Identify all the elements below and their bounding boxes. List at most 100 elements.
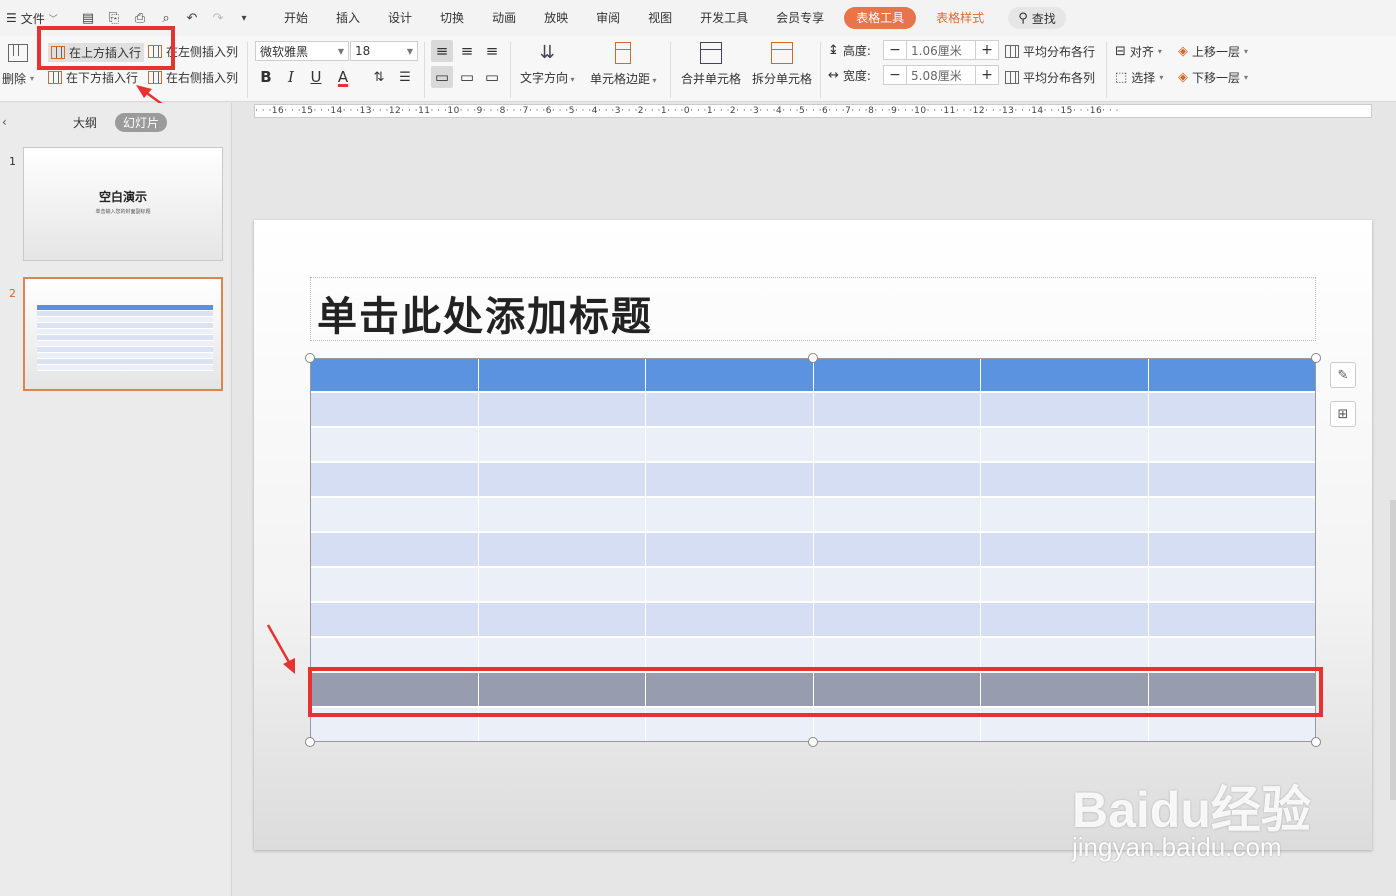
align-middle-icon[interactable]: ▭ [456,66,478,88]
italic-button[interactable]: I [280,66,302,88]
table-cell[interactable] [1148,533,1315,566]
table-cell[interactable] [311,568,479,601]
table-cell[interactable] [311,463,479,496]
search-button[interactable]: ⚲ 查找 [1008,7,1066,29]
table-cell[interactable] [1148,498,1315,531]
table-cell[interactable] [646,428,814,461]
table-cell[interactable] [311,393,479,426]
tab-transitions[interactable]: 切换 [426,0,478,36]
width-stepper[interactable]: − 5.08厘米 + [883,65,999,85]
print-preview-icon[interactable]: ⌕ [158,11,174,26]
table-cell[interactable] [813,533,981,566]
tab-table-style[interactable]: 表格样式 [922,0,998,36]
vertical-scrollbar[interactable] [1390,500,1396,800]
align-center-icon[interactable]: ≡ [456,40,478,62]
table-cell[interactable] [646,498,814,531]
table-cell[interactable] [1148,393,1315,426]
table-cell[interactable] [981,428,1149,461]
file-menu[interactable]: ☰ 文件 ﹀ [0,10,72,27]
tab-table-tools[interactable]: 表格工具 [844,7,917,29]
table-cell[interactable] [981,568,1149,601]
slide-canvas[interactable]: 单击此处添加标题 [254,220,1372,850]
table-cell[interactable] [646,568,814,601]
resize-handle[interactable] [1311,353,1321,363]
save-icon[interactable]: ▤ [80,11,96,26]
font-color-button[interactable]: A [332,66,354,88]
table-cell[interactable] [1148,463,1315,496]
bold-button[interactable]: B [255,66,277,88]
increase-height-button[interactable]: + [976,41,998,59]
split-cells-button[interactable]: 拆分单元格 [752,42,812,87]
increase-width-button[interactable]: + [976,66,998,84]
table-cell[interactable] [813,603,981,636]
table-cell[interactable] [813,463,981,496]
tab-home[interactable]: 开始 [270,0,322,36]
line-spacing-icon[interactable]: ⇅ [368,66,390,88]
resize-handle[interactable] [305,353,315,363]
font-size-select[interactable]: 18 ▼ [350,41,418,61]
table-row[interactable] [311,498,1315,533]
align-button[interactable]: ⊟ 对齐 ▾ [1115,43,1162,60]
table-cell[interactable] [813,498,981,531]
insert-below-button[interactable]: 在下方插入行 [48,69,138,86]
table-cell[interactable] [646,393,814,426]
resize-handle[interactable] [808,353,818,363]
align-left-icon[interactable]: ≡ [431,40,453,62]
align-right-icon[interactable]: ≡ [481,40,503,62]
delete-button[interactable]: 删除 ▾ [2,70,34,87]
table-row[interactable] [311,463,1315,498]
tab-animations[interactable]: 动画 [478,0,530,36]
bring-forward-button[interactable]: ◈ 上移一层 ▾ [1178,43,1248,60]
decrease-width-button[interactable]: − [884,66,906,84]
text-direction-button[interactable]: ⇊ 文字方向 ▾ [520,42,575,86]
table-cell[interactable] [813,393,981,426]
title-placeholder[interactable]: 单击此处添加标题 [310,277,1316,341]
tab-review[interactable]: 审阅 [582,0,634,36]
table-style-tool[interactable]: ⊞ [1330,401,1356,427]
print-icon[interactable]: ⎙ [132,11,148,26]
table-cell[interactable] [1148,603,1315,636]
table-cell[interactable] [311,603,479,636]
customize-icon[interactable]: ▾ [236,13,252,24]
slide-thumbnail-2[interactable] [23,277,223,391]
resize-handle[interactable] [808,737,818,747]
delete-table-icon[interactable] [8,44,28,62]
para-spacing-icon[interactable]: ☰ [394,66,416,88]
table-cell[interactable] [981,463,1149,496]
table-cell[interactable] [478,603,646,636]
table-row[interactable] [311,568,1315,603]
table-row[interactable] [311,603,1315,638]
table-cell[interactable] [311,533,479,566]
table-cell[interactable] [478,463,646,496]
table-cell[interactable] [646,359,814,391]
table-cell[interactable] [646,463,814,496]
select-button[interactable]: ⬚ 选择 ▾ [1115,69,1163,86]
table-cell[interactable] [981,603,1149,636]
font-family-select[interactable]: 微软雅黑 ▼ [255,41,349,61]
align-bottom-icon[interactable]: ▭ [481,66,503,88]
table-cell[interactable] [478,533,646,566]
resize-handle[interactable] [305,737,315,747]
distribute-cols-button[interactable]: 平均分布各列 [1005,69,1095,86]
tab-view[interactable]: 视图 [634,0,686,36]
table-row[interactable] [311,393,1315,428]
table-cell[interactable] [981,359,1149,391]
table-cell[interactable] [478,393,646,426]
table-cell[interactable] [813,428,981,461]
distribute-rows-button[interactable]: 平均分布各行 [1005,43,1095,60]
tab-outline[interactable]: 大纲 [65,113,105,132]
align-top-icon[interactable]: ▭ [431,66,453,88]
tab-insert[interactable]: 插入 [322,0,374,36]
table-cell[interactable] [311,498,479,531]
table-row[interactable] [311,533,1315,568]
table-cell[interactable] [478,428,646,461]
table-header-row[interactable] [311,359,1315,393]
table-row[interactable] [311,428,1315,463]
table-cell[interactable] [981,533,1149,566]
table-cell[interactable] [981,393,1149,426]
table-cell[interactable] [1148,359,1315,391]
edit-table-tool[interactable]: ✎ [1330,362,1356,388]
height-stepper[interactable]: − 1.06厘米 + [883,40,999,60]
table-cell[interactable] [646,603,814,636]
width-value[interactable]: 5.08厘米 [906,66,976,84]
